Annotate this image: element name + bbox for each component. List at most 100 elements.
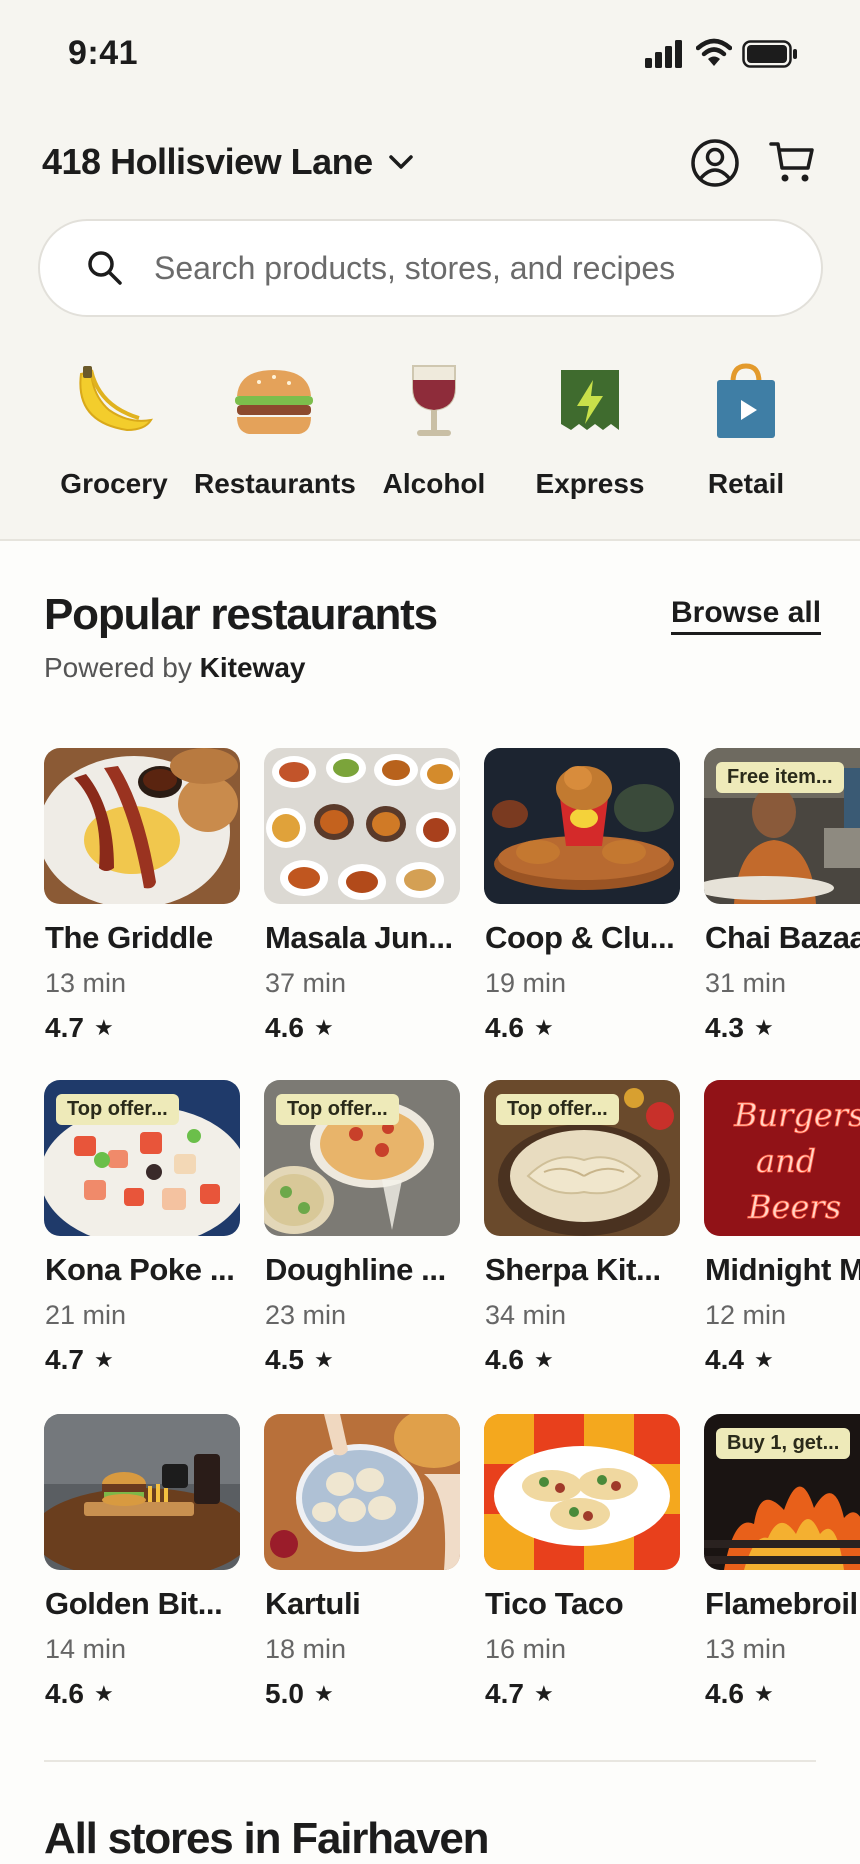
- status-time: 9:41: [68, 34, 139, 72]
- banana-icon: [79, 366, 153, 432]
- restaurant-rating: 4.6 ★: [265, 1012, 334, 1044]
- restaurant-card[interactable]: Buy 1, get... Flamebroil 13 min 4.6 ★: [704, 1414, 860, 1724]
- restaurant-name: Sherpa Kit...: [485, 1252, 661, 1287]
- restaurant-rating: 4.7 ★: [45, 1344, 114, 1376]
- rating-value: 4.3: [705, 1012, 744, 1043]
- section-title-popular-restaurants: Popular restaurants: [44, 590, 438, 639]
- star-icon: ★: [93, 1347, 114, 1372]
- star-icon: ★: [753, 1681, 774, 1706]
- restaurant-photo: [44, 1414, 240, 1570]
- promo-badge: Top offer...: [56, 1094, 179, 1125]
- browse-all-link[interactable]: Browse all: [671, 596, 822, 635]
- restaurant-card[interactable]: Tico Taco 16 min 4.7 ★: [484, 1414, 680, 1724]
- restaurant-card[interactable]: Coop & Clu... 19 min 4.6 ★: [484, 748, 680, 1058]
- restaurant-card[interactable]: Kartuli 18 min 5.0 ★: [264, 1414, 460, 1724]
- star-icon: ★: [533, 1347, 554, 1372]
- restaurant-card[interactable]: The Griddle 13 min 4.7 ★: [44, 748, 240, 1058]
- rating-value: 4.6: [485, 1344, 524, 1375]
- delivery-address-selector[interactable]: 418 Hollisview Lane: [42, 140, 415, 184]
- rating-value: 4.6: [705, 1678, 744, 1709]
- restaurant-name: Flamebroil: [705, 1586, 858, 1621]
- delivery-time: 16 min: [485, 1634, 567, 1664]
- promo-badge: Free item...: [716, 762, 844, 793]
- restaurant-rating: 4.6 ★: [485, 1012, 554, 1044]
- powered-by-brand: Kiteway: [199, 652, 306, 683]
- restaurant-rating: 4.6 ★: [705, 1678, 774, 1710]
- category-label: Express: [535, 468, 645, 499]
- delivery-time: 21 min: [45, 1300, 127, 1330]
- neon-sign-line-1: Burgers: [733, 1096, 860, 1134]
- restaurant-rating: 4.4 ★: [705, 1344, 774, 1376]
- category-retail[interactable]: Retail: [666, 362, 826, 512]
- rating-value: 4.6: [485, 1012, 524, 1043]
- category-label: Restaurants: [194, 468, 356, 499]
- star-icon: ★: [753, 1347, 774, 1372]
- section-divider: [44, 1760, 816, 1762]
- star-icon: ★: [753, 1015, 774, 1040]
- restaurant-name: The Griddle: [45, 920, 213, 955]
- star-icon: ★: [313, 1681, 334, 1706]
- star-icon: ★: [313, 1347, 334, 1372]
- restaurant-name: Golden Bit...: [45, 1586, 223, 1621]
- powered-by-prefix: Powered by: [44, 652, 192, 683]
- delivery-time: 37 min: [265, 968, 347, 998]
- restaurant-photo: [44, 748, 240, 904]
- delivery-time: 13 min: [705, 1634, 787, 1664]
- category-alcohol[interactable]: Alcohol: [354, 362, 514, 512]
- star-icon: ★: [533, 1015, 554, 1040]
- rating-value: 4.6: [45, 1678, 84, 1709]
- star-icon: ★: [533, 1681, 554, 1706]
- rating-value: 4.5: [265, 1344, 304, 1375]
- search-icon: [88, 251, 122, 285]
- delivery-time: 13 min: [45, 968, 127, 998]
- restaurant-card[interactable]: Burgers and Beers Midnight M 12 min 4.4 ★: [704, 1080, 860, 1390]
- restaurant-photo: [264, 748, 460, 904]
- category-label: Grocery: [60, 468, 168, 499]
- category-label: Alcohol: [382, 468, 486, 499]
- burger-icon: [235, 370, 313, 434]
- restaurant-name: Chai Bazaa: [705, 920, 860, 955]
- category-restaurants[interactable]: Restaurants: [194, 362, 356, 512]
- delivery-time: 18 min: [265, 1634, 347, 1664]
- restaurant-name: Coop & Clu...: [485, 920, 675, 955]
- category-grocery[interactable]: Grocery: [34, 362, 194, 512]
- restaurant-rating: 4.6 ★: [485, 1344, 554, 1376]
- restaurant-card[interactable]: Masala Jun... 37 min 4.6 ★: [264, 748, 460, 1058]
- delivery-time: 23 min: [265, 1300, 347, 1330]
- category-express[interactable]: Express: [510, 362, 670, 512]
- wine-glass-icon: [412, 365, 456, 436]
- promo-badge: Top offer...: [496, 1094, 619, 1125]
- search-bar[interactable]: [38, 219, 823, 317]
- rating-value: 4.7: [485, 1678, 524, 1709]
- restaurant-card[interactable]: Top offer... Kona Poke ... 21 min 4.7 ★: [44, 1080, 240, 1390]
- status-bar: 9:41: [0, 0, 860, 108]
- restaurant-card[interactable]: Top offer... Sherpa Kit... 34 min 4.6 ★: [484, 1080, 680, 1390]
- restaurant-name: Kona Poke ...: [45, 1252, 235, 1287]
- chevron-down-icon: [388, 155, 413, 169]
- cellular-signal-icon: [645, 40, 682, 68]
- battery-icon: [742, 40, 797, 68]
- restaurant-rating: 4.7 ★: [45, 1012, 114, 1044]
- account-icon[interactable]: [690, 138, 740, 188]
- restaurant-name: Midnight M: [705, 1252, 860, 1287]
- delivery-time: 34 min: [485, 1300, 567, 1330]
- rating-value: 4.6: [265, 1012, 304, 1043]
- category-label: Retail: [707, 468, 785, 499]
- delivery-time: 12 min: [705, 1300, 787, 1330]
- cart-icon[interactable]: [768, 138, 816, 186]
- restaurant-rating: 5.0 ★: [265, 1678, 334, 1710]
- restaurant-photo: [264, 1414, 460, 1570]
- rating-value: 4.4: [705, 1344, 744, 1375]
- rating-value: 5.0: [265, 1678, 304, 1709]
- promo-badge: Buy 1, get...: [716, 1428, 851, 1459]
- search-input[interactable]: [154, 249, 754, 287]
- restaurant-card[interactable]: Top offer... Doughline ... 23 min 4.5 ★: [264, 1080, 460, 1390]
- restaurant-card[interactable]: Golden Bit... 14 min 4.6 ★: [44, 1414, 240, 1724]
- promo-badge: Top offer...: [276, 1094, 399, 1125]
- express-bolt-icon: [561, 370, 619, 430]
- delivery-time: 14 min: [45, 1634, 127, 1664]
- restaurant-name: Doughline ...: [265, 1252, 446, 1287]
- restaurant-name: Kartuli: [265, 1586, 361, 1621]
- restaurant-card[interactable]: Free item... Chai Bazaa 31 min 4.3 ★: [704, 748, 860, 1058]
- star-icon: ★: [93, 1681, 114, 1706]
